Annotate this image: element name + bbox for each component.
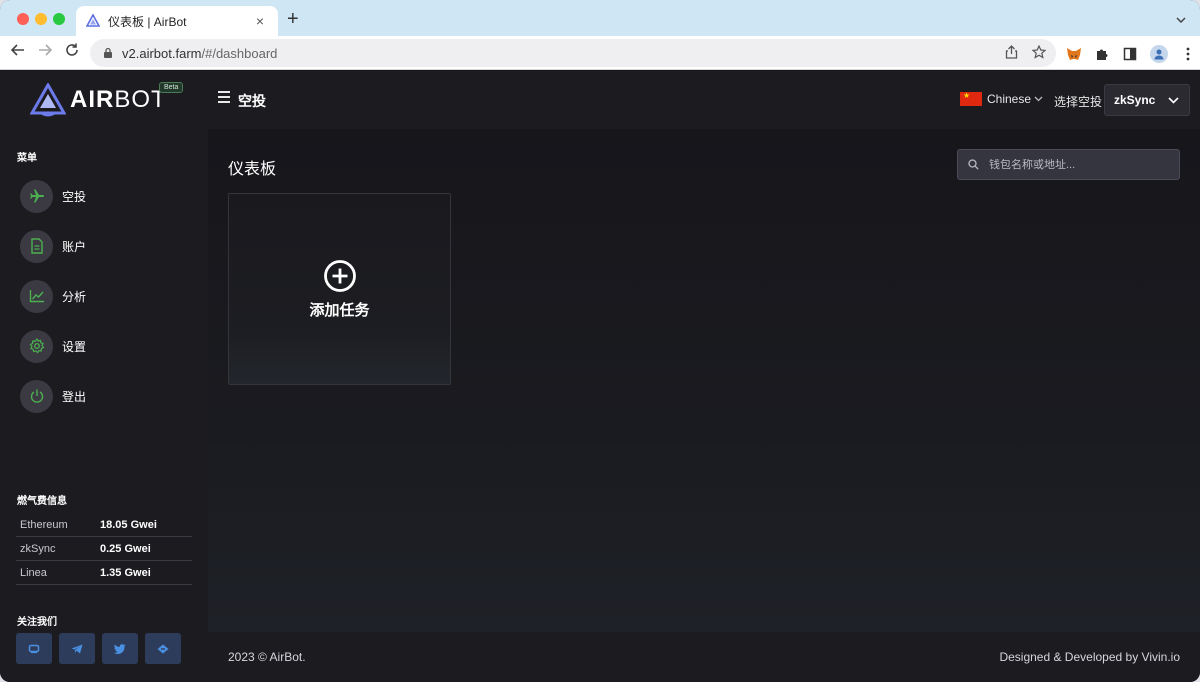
gas-row: Linea 1.35 Gwei (16, 561, 192, 585)
add-task-label: 添加任务 (309, 301, 370, 319)
topbar-title: 空投 (238, 93, 266, 109)
gas-chain-name: Ethereum (20, 518, 68, 531)
tab-close-icon[interactable]: × (252, 13, 268, 29)
sidebar-item-label: 设置 (62, 339, 87, 354)
logo-text-bold: AIR (70, 86, 115, 113)
forward-arrow-icon[interactable] (38, 43, 53, 62)
lock-icon (104, 47, 112, 58)
page-title: 仪表板 (228, 161, 277, 178)
browser-tabbar: 仪表板 | AirBot × + (0, 0, 1200, 36)
twitter-icon (114, 643, 126, 654)
chart-icon (20, 279, 53, 313)
sidebar-item-logout[interactable]: 登出 (20, 379, 190, 413)
add-task-card[interactable]: 添加任务 (228, 193, 451, 385)
gitbook-icon (157, 644, 169, 653)
extensions-puzzle-icon[interactable] (1094, 46, 1110, 62)
power-icon (20, 379, 53, 413)
airbot-logo[interactable]: AIRBOT (30, 83, 167, 117)
language-label: Chinese (987, 92, 1032, 106)
sidebar-item-label: 登出 (62, 389, 87, 404)
new-tab-button[interactable]: + (287, 9, 299, 29)
sidebar-item-account[interactable]: 账户 (20, 229, 190, 263)
url-path: /#/dashboard (201, 45, 278, 61)
sidebar-item-settings[interactable]: 设置 (20, 329, 190, 363)
profile-avatar-icon[interactable] (1150, 45, 1168, 63)
footer: 2023 © AirBot. Designed & Developed by V… (208, 632, 1200, 682)
beta-badge: Beta (159, 82, 184, 93)
share-icon[interactable] (1005, 45, 1018, 59)
gas-value: 0.25 Gwei (100, 542, 151, 555)
gas-chain-name: zkSync (20, 542, 56, 555)
close-window-button[interactable] (17, 13, 29, 25)
gas-table: Ethereum 18.05 Gwei zkSync 0.25 Gwei Lin… (16, 513, 192, 585)
back-arrow-icon[interactable] (10, 43, 25, 62)
gear-icon (20, 329, 53, 363)
telegram-button[interactable] (59, 633, 95, 664)
chevron-down-icon (1168, 96, 1179, 104)
chevron-down-icon (1034, 94, 1043, 104)
gitbook-button[interactable] (145, 633, 181, 664)
airdrop-select-value: zkSync (1114, 93, 1156, 107)
app-root: AIRBOT Beta 菜单 空投 账户 分析 设置 登出 燃气费信息 Ethe… (0, 71, 1200, 682)
airdrop-select[interactable]: zkSync (1104, 84, 1190, 116)
address-bar[interactable]: v2.airbot.farm/#/dashboard (90, 39, 1056, 67)
search-input[interactable] (989, 158, 1169, 171)
airbot-favicon-icon (86, 14, 100, 27)
china-flag-icon (960, 91, 982, 106)
telegram-icon (71, 644, 83, 653)
tab-title: 仪表板 | AirBot (108, 14, 187, 29)
plus-circle-icon (323, 259, 356, 292)
browser-tab[interactable]: 仪表板 | AirBot × (76, 6, 278, 36)
gas-chain-name: Linea (20, 566, 47, 579)
metamask-extension-icon[interactable] (1066, 46, 1082, 62)
wallet-search[interactable] (957, 149, 1180, 180)
gas-section-title: 燃气费信息 (17, 496, 67, 507)
search-icon (968, 159, 979, 170)
footer-credits: Designed & Developed by Vivin.io (999, 650, 1180, 664)
sidebar-item-label: 空投 (62, 189, 87, 204)
menu-section-title: 菜单 (17, 153, 37, 164)
sidebar-item-label: 分析 (62, 289, 87, 304)
maximize-window-button[interactable] (53, 13, 65, 25)
bookmark-star-icon[interactable] (1032, 45, 1046, 59)
url-host: v2.airbot.farm (122, 45, 202, 61)
browser-window: 仪表板 | AirBot × + v2.airbot.farm/#/dashbo… (0, 0, 1200, 682)
hamburger-menu-icon[interactable] (218, 91, 230, 106)
browser-toolbar: v2.airbot.farm/#/dashboard (0, 36, 1200, 70)
select-airdrop-label: 选择空投 (1054, 95, 1103, 109)
footer-copyright: 2023 © AirBot. (228, 650, 306, 664)
discord-icon (28, 644, 40, 653)
sidebar: AIRBOT Beta 菜单 空投 账户 分析 设置 登出 燃气费信息 Ethe… (0, 71, 208, 682)
plane-icon (20, 179, 53, 213)
gas-row: Ethereum 18.05 Gwei (16, 513, 192, 537)
gas-row: zkSync 0.25 Gwei (16, 537, 192, 561)
side-panel-icon[interactable] (1122, 46, 1138, 62)
airbot-logo-icon (30, 83, 66, 117)
tab-search-chevron-icon[interactable] (1176, 12, 1186, 26)
sidebar-item-label: 账户 (62, 239, 87, 254)
twitter-button[interactable] (102, 633, 138, 664)
follow-section-title: 关注我们 (17, 617, 57, 628)
language-selector[interactable]: Chinese (960, 91, 1043, 106)
social-links (16, 633, 181, 664)
topbar: 空投 Chinese 选择空投 zkSync (208, 71, 1200, 129)
gas-value: 18.05 Gwei (100, 518, 157, 531)
sidebar-item-airdrop[interactable]: 空投 (20, 179, 190, 213)
document-icon (20, 229, 53, 263)
minimize-window-button[interactable] (35, 13, 47, 25)
reload-icon[interactable] (65, 43, 79, 62)
sidebar-item-analytics[interactable]: 分析 (20, 279, 190, 313)
gas-value: 1.35 Gwei (100, 566, 151, 579)
discord-button[interactable] (16, 633, 52, 664)
main-content: 仪表板 添加任务 (208, 129, 1200, 632)
browser-menu-icon[interactable] (1180, 46, 1196, 62)
